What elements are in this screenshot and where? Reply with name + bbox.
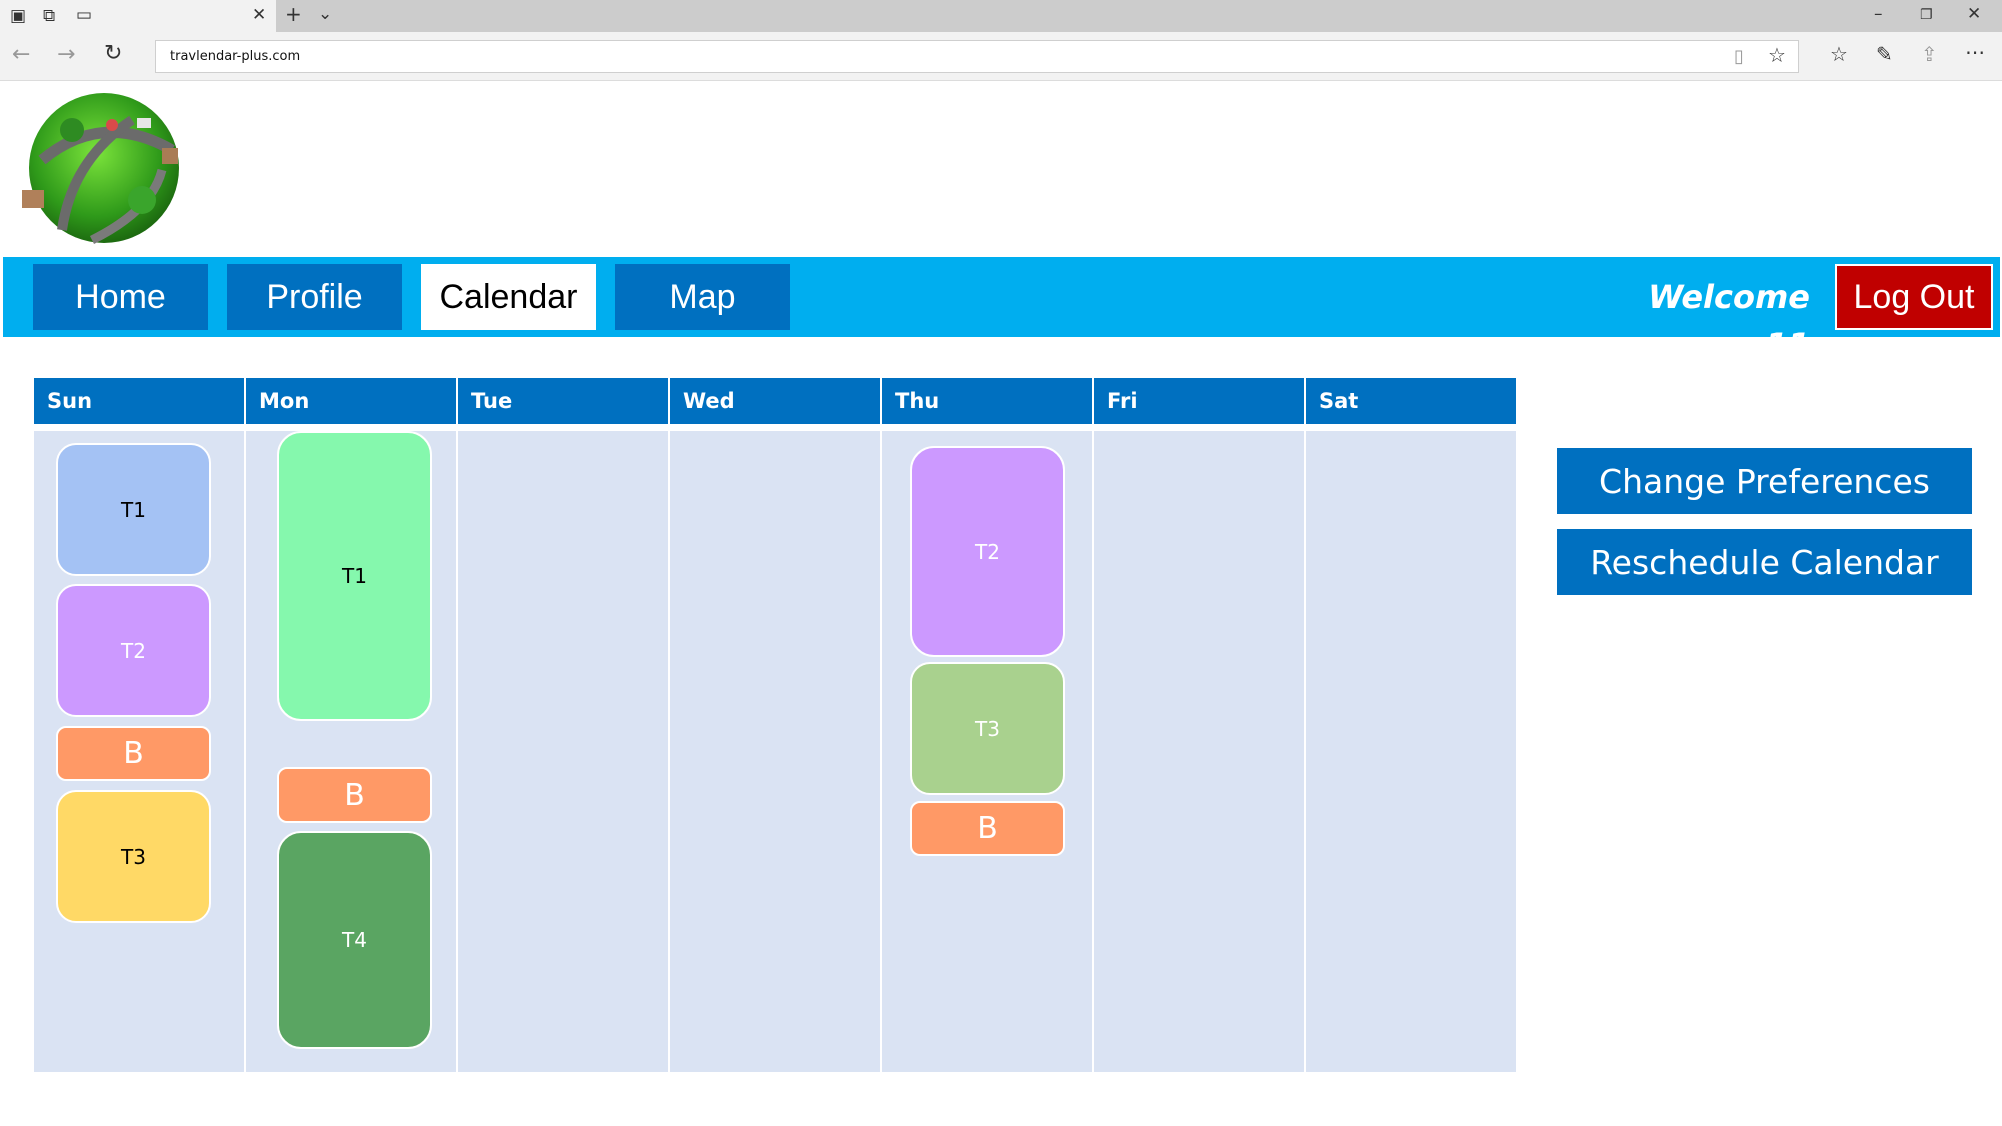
event-sun-t2[interactable]: T2 (56, 584, 211, 717)
day-header-mon: Mon (246, 378, 456, 424)
arrow-right-icon[interactable]: → (57, 44, 75, 66)
day-header-sun: Sun (34, 378, 244, 424)
event-mon-break[interactable]: B (277, 767, 432, 823)
logout-button[interactable]: Log Out (1835, 264, 1993, 330)
tab-favicon-icon: ▭ (76, 5, 93, 25)
nav-map-button[interactable]: Map (615, 264, 790, 330)
day-header-sat: Sat (1306, 378, 1516, 424)
day-header-thu: Thu (882, 378, 1092, 424)
event-thu-t3[interactable]: T3 (910, 662, 1065, 795)
share-icon[interactable]: ⇪ (1921, 44, 1938, 64)
tab-preview-icon[interactable]: ▣ (10, 8, 26, 25)
browser-tab[interactable]: ▣ ⧉ ▭ ✕ (0, 0, 276, 32)
chevron-down-icon[interactable]: ⌄ (318, 6, 332, 23)
url-text[interactable]: travlendar-plus.com (170, 49, 300, 64)
day-header-wed: Wed (670, 378, 880, 424)
restore-icon[interactable]: ❐ (1920, 7, 1933, 24)
book-icon[interactable]: ▯ (1734, 48, 1744, 66)
star-icon[interactable]: ☆ (1768, 45, 1786, 65)
event-thu-t2[interactable]: T2 (910, 446, 1065, 657)
plus-icon[interactable]: + (285, 4, 302, 24)
change-preferences-button[interactable]: Change Preferences (1557, 448, 1972, 514)
set-aside-tabs-icon[interactable]: ⧉ (43, 8, 55, 25)
day-column-wed (670, 431, 880, 1072)
event-thu-break[interactable]: B (910, 801, 1065, 856)
minimize-icon[interactable]: – (1874, 6, 1883, 23)
nav-calendar-button[interactable]: Calendar (421, 264, 596, 330)
day-header-tue: Tue (458, 378, 668, 424)
favorites-list-icon[interactable]: ☆ (1830, 44, 1848, 64)
globe-logo (22, 93, 179, 245)
address-bar[interactable]: travlendar-plus.com ▯ ☆ (155, 40, 1799, 73)
event-mon-t4[interactable]: T4 (277, 831, 432, 1049)
day-column-sat (1306, 431, 1516, 1072)
day-header-fri: Fri (1094, 378, 1304, 424)
close-icon[interactable]: ✕ (252, 7, 266, 24)
welcome-message: Welcome someone.11 (1590, 278, 1810, 364)
event-sun-t1[interactable]: T1 (56, 443, 211, 576)
reschedule-calendar-button[interactable]: Reschedule Calendar (1557, 529, 1972, 595)
arrow-left-icon[interactable]: ← (12, 44, 30, 66)
event-sun-break[interactable]: B (56, 726, 211, 781)
refresh-icon[interactable]: ↻ (104, 43, 122, 65)
day-column-tue (458, 431, 668, 1072)
day-column-fri (1094, 431, 1304, 1072)
browser-tab-strip: ▣ ⧉ ▭ ✕ + ⌄ – ❐ ✕ (0, 0, 2002, 32)
event-mon-t1[interactable]: T1 (277, 431, 432, 721)
event-sun-t3[interactable]: T3 (56, 790, 211, 923)
nav-home-button[interactable]: Home (33, 264, 208, 330)
pen-icon[interactable]: ✎ (1876, 44, 1893, 64)
close-window-icon[interactable]: ✕ (1967, 6, 1981, 23)
nav-profile-button[interactable]: Profile (227, 264, 402, 330)
more-dots-icon[interactable]: ⋯ (1965, 42, 1985, 62)
